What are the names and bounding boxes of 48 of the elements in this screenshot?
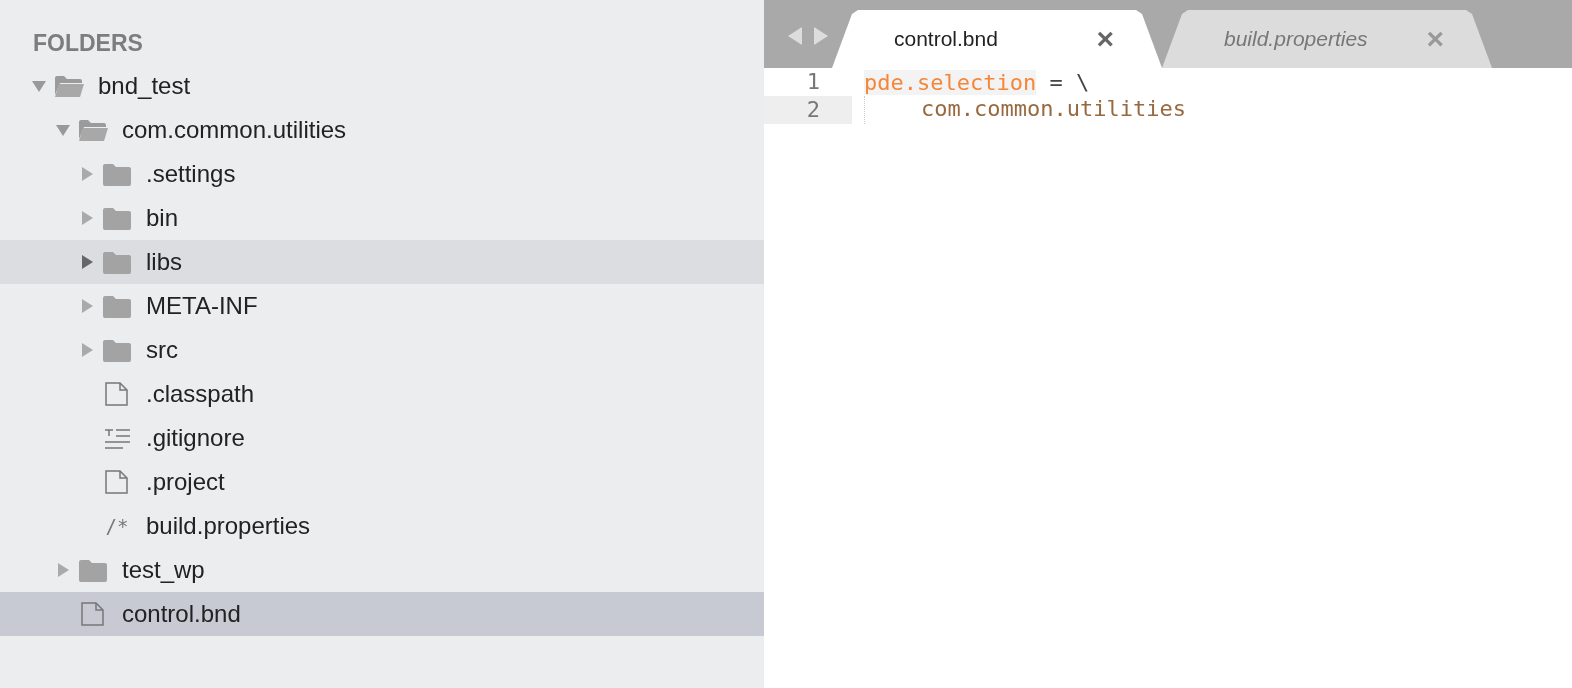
code-token: pde.selection [864,69,1037,95]
folder-icon [102,162,132,186]
line-number: 1 [805,68,821,96]
expanded-arrow-icon[interactable] [54,123,72,137]
tree-row[interactable]: test_wp [0,548,764,592]
item-label: .project [146,468,225,496]
item-label: META-INF [146,292,258,320]
tree-row[interactable]: src [0,328,764,372]
tree-row[interactable]: .classpath [0,372,764,416]
item-label: bnd_test [98,72,191,100]
tab-title: control.bnd [894,27,998,51]
item-label: .gitignore [146,424,245,452]
folder-icon [102,206,132,230]
folder-icon [102,294,132,318]
item-label: test_wp [122,556,205,584]
tree-row[interactable]: com.common.utilities [0,108,764,152]
close-icon[interactable]: × [1096,24,1114,54]
item-label: build.properties [146,512,311,540]
item-label: .settings [146,160,236,188]
code-token: com.common.utilities [921,96,1186,123]
tree-row[interactable]: META-INF [0,284,764,328]
item-label: com.common.utilities [122,116,347,144]
item-label: libs [146,248,182,276]
comment-icon: /* [102,515,132,537]
line-number: 2 [764,96,852,124]
sidebar-header: FOLDERS [32,30,144,58]
tab[interactable]: control.bnd × [832,10,1162,68]
open-folder-icon [54,74,84,98]
folder-icon [102,250,132,274]
item-label: src [146,336,178,364]
tree-row[interactable]: /* build.properties [0,504,764,548]
tree-row[interactable]: .gitignore [0,416,764,460]
tree-row[interactable]: libs [0,240,764,284]
code-token: = \ [1048,69,1090,95]
tree-row[interactable]: .project [0,460,764,504]
item-label: control.bnd [122,600,241,628]
open-folder-icon [78,118,108,142]
folder-icon [78,558,108,582]
tree-row[interactable]: bnd_test [0,64,764,108]
tree-row[interactable]: bin [0,196,764,240]
item-label: bin [146,204,179,232]
text-file-icon [102,426,132,450]
tree-row[interactable]: control.bnd [0,592,764,636]
folder-icon [102,338,132,362]
tree-row[interactable]: .settings [0,152,764,196]
tab-title: build.properties [1224,27,1368,51]
item-label: .classpath [146,380,255,408]
expanded-arrow-icon[interactable] [30,79,48,93]
